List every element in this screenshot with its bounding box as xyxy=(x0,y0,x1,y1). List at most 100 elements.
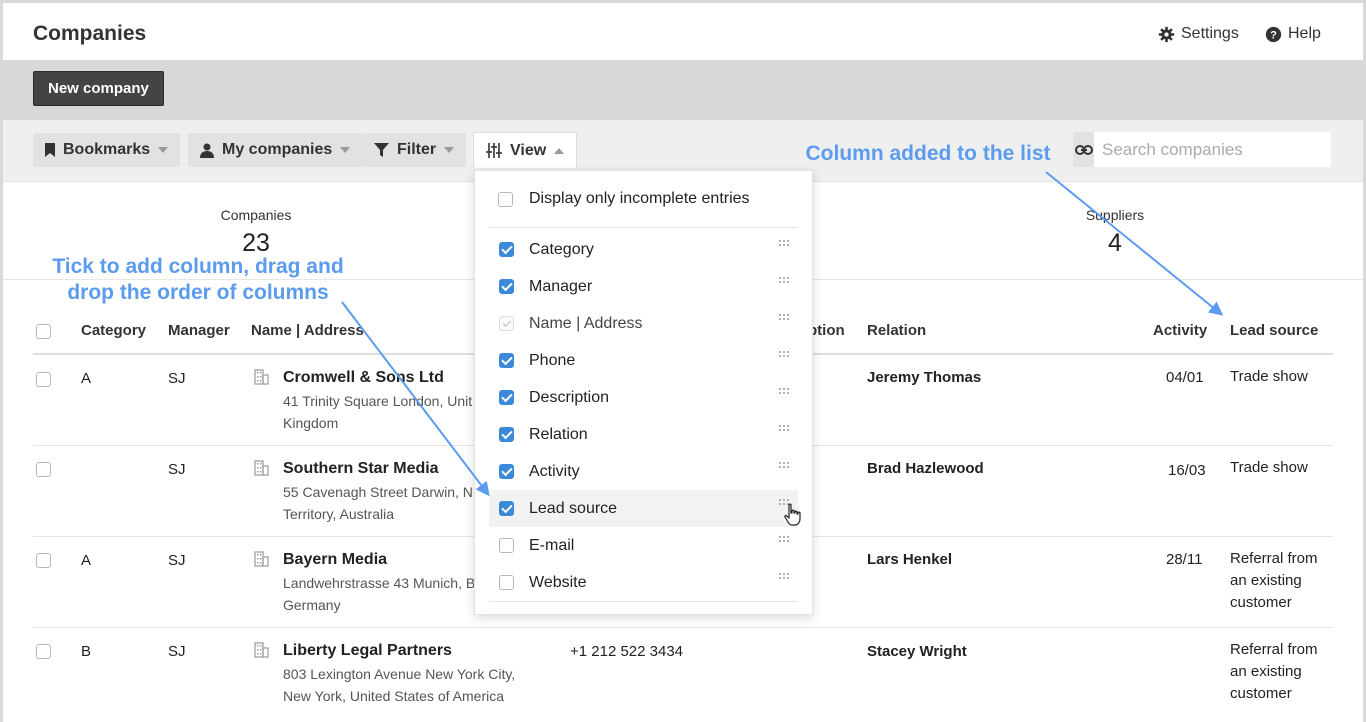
view-label: View xyxy=(510,141,547,159)
address-line: 803 Lexington Avenue New York City, xyxy=(283,666,516,682)
column-option-manager[interactable]: Manager xyxy=(489,268,798,305)
drag-handle-icon[interactable] xyxy=(778,387,790,395)
filter-button[interactable]: Filter xyxy=(362,133,467,167)
column-option-label: Manager xyxy=(529,277,593,295)
annotation-tick-to-add: Tick to add column, drag and drop the or… xyxy=(33,254,363,306)
column-header-activity[interactable]: Activity xyxy=(1153,322,1207,339)
column-checkbox[interactable] xyxy=(499,427,514,442)
column-option-label: Activity xyxy=(529,462,580,480)
column-checkbox[interactable] xyxy=(499,538,514,553)
column-checkbox[interactable] xyxy=(499,353,514,368)
row-checkbox[interactable] xyxy=(36,372,51,387)
row-activity: 04/01 xyxy=(1166,369,1204,386)
drag-handle-icon[interactable] xyxy=(778,424,790,432)
column-option-label: Lead source xyxy=(529,499,618,517)
view-button[interactable]: View xyxy=(473,132,578,168)
column-header-relation[interactable]: Relation xyxy=(867,322,926,339)
building-icon xyxy=(254,551,269,567)
row-lead-source: Trade show xyxy=(1230,457,1340,479)
company-name-link[interactable]: Liberty Legal Partners xyxy=(283,642,452,660)
my-companies-button[interactable]: My companies xyxy=(188,133,363,167)
company-name-link[interactable]: Cromwell & Sons Ltd xyxy=(283,369,444,387)
help-label: Help xyxy=(1288,25,1321,42)
column-option-relation[interactable]: Relation xyxy=(489,416,798,453)
drag-handle-icon[interactable] xyxy=(778,461,790,469)
column-option-phone[interactable]: Phone xyxy=(489,342,798,379)
building-icon xyxy=(254,642,269,658)
column-option-activity[interactable]: Activity xyxy=(489,453,798,490)
select-all-checkbox[interactable] xyxy=(36,324,51,339)
incomplete-entries-checkbox[interactable] xyxy=(498,191,513,207)
chevron-down-icon xyxy=(340,147,351,153)
company-name-link[interactable]: Southern Star Media xyxy=(283,460,439,478)
column-header-description[interactable]: ption xyxy=(808,322,845,339)
column-option-label: Relation xyxy=(529,425,588,443)
row-phone[interactable]: +1 212 522 3434 xyxy=(570,643,683,660)
lead-source-line: Referral from xyxy=(1230,550,1318,567)
column-checkbox[interactable] xyxy=(499,501,514,516)
row-relation[interactable]: Stacey Wright xyxy=(867,643,967,660)
column-checkbox[interactable] xyxy=(499,575,514,590)
new-company-button[interactable]: New company xyxy=(33,71,164,106)
column-checkbox[interactable] xyxy=(499,390,514,405)
column-option-name-address[interactable]: Name | Address xyxy=(489,305,798,342)
drag-handle-icon[interactable] xyxy=(778,535,790,543)
user-icon xyxy=(200,143,214,158)
company-name-link[interactable]: Bayern Media xyxy=(283,551,387,569)
column-option-category[interactable]: Category xyxy=(489,231,798,268)
column-checkbox[interactable] xyxy=(499,464,514,479)
view-dropdown: Display only incomplete entries Category… xyxy=(474,170,813,615)
row-relation[interactable]: Brad Hazlewood xyxy=(867,460,984,477)
column-option-description[interactable]: Description xyxy=(489,379,798,416)
stat-companies-label: Companies xyxy=(220,207,292,223)
drag-handle-icon[interactable] xyxy=(778,572,790,580)
link-icon[interactable] xyxy=(1073,132,1094,167)
drag-handle-icon[interactable] xyxy=(778,350,790,358)
column-option-label: Category xyxy=(529,240,594,258)
annotation-column-added: Column added to the list xyxy=(805,142,1051,165)
row-relation[interactable]: Jeremy Thomas xyxy=(867,369,981,386)
bookmarks-label: Bookmarks xyxy=(63,141,151,158)
column-option-label: Phone xyxy=(529,351,576,369)
row-relation[interactable]: Lars Henkel xyxy=(867,551,952,568)
column-option-website[interactable]: Website xyxy=(489,564,798,601)
lead-source-line: an existing xyxy=(1230,663,1302,680)
stat-suppliers-value: 4 xyxy=(1108,229,1122,257)
lead-source-line: Referral from xyxy=(1230,641,1318,658)
drag-handle-icon[interactable] xyxy=(778,239,790,247)
help-link[interactable]: ? Help xyxy=(1265,25,1321,43)
settings-link[interactable]: Settings xyxy=(1158,25,1239,43)
column-checkbox-locked xyxy=(499,316,514,331)
column-header-category[interactable]: Category xyxy=(81,322,146,339)
search-input[interactable] xyxy=(1094,132,1331,167)
bookmark-icon xyxy=(45,143,55,157)
incomplete-entries-option[interactable]: Display only incomplete entries xyxy=(489,171,798,228)
column-option-email[interactable]: E-mail xyxy=(489,527,798,564)
page-title: Companies xyxy=(33,22,147,45)
column-checkbox[interactable] xyxy=(499,242,514,257)
drag-handle-icon[interactable] xyxy=(778,276,790,284)
chevron-down-icon xyxy=(158,147,169,153)
drag-handle-icon[interactable] xyxy=(778,313,790,321)
bookmarks-button[interactable]: Bookmarks xyxy=(33,133,181,167)
column-checkbox[interactable] xyxy=(499,279,514,294)
svg-text:?: ? xyxy=(1270,29,1277,41)
row-category: A xyxy=(81,552,92,569)
column-option-lead-source[interactable]: Lead source xyxy=(489,490,798,527)
divider xyxy=(489,601,798,602)
row-activity: 16/03 xyxy=(1168,462,1206,479)
column-header-manager[interactable]: Manager xyxy=(168,322,230,339)
row-lead-source: Referral from an existing customer xyxy=(1230,548,1340,614)
sliders-icon xyxy=(486,143,502,158)
row-checkbox[interactable] xyxy=(36,462,51,477)
row-checkbox[interactable] xyxy=(36,644,51,659)
row-checkbox[interactable] xyxy=(36,553,51,568)
row-activity: 28/11 xyxy=(1166,551,1203,568)
row-category: A xyxy=(81,370,92,387)
column-option-label: E-mail xyxy=(529,536,575,554)
row-divider xyxy=(33,627,1333,628)
building-icon xyxy=(254,369,269,385)
column-header-lead-source[interactable]: Lead source xyxy=(1230,322,1318,339)
column-header-name-address[interactable]: Name | Address xyxy=(251,322,364,339)
lead-source-line: customer xyxy=(1230,685,1292,702)
